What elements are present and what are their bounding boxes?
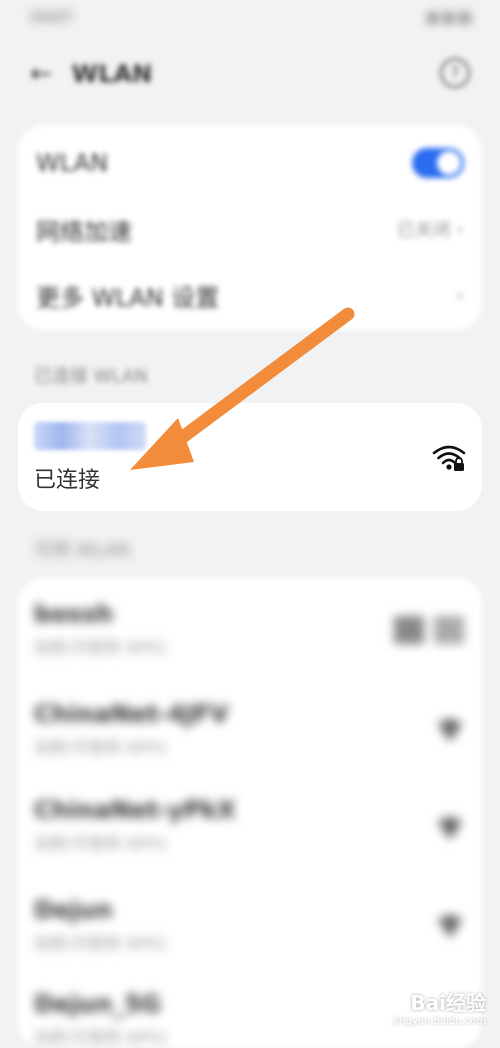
network-item[interactable]: Dejun_5G 加密(可使用 WPS)	[34, 990, 454, 1048]
network-item[interactable]: bossh 加密(可使用 WPS)	[34, 600, 454, 658]
network-boost-row[interactable]: 网络加速 已关闭 ›	[18, 197, 482, 261]
network-boost-value: 已关闭	[396, 220, 451, 241]
wlan-toggle-row[interactable]: WLAN	[18, 131, 482, 195]
network-item[interactable]: Dejun 加密(可使用 WPS)	[34, 896, 454, 954]
status-icons	[428, 13, 470, 23]
more-wlan-settings-label: 更多 WLAN 设置	[36, 283, 220, 312]
connected-section-title: 已连接 WLAN	[34, 366, 148, 387]
chevron-right-icon: ›	[456, 284, 464, 306]
back-arrow-icon[interactable]: ←	[30, 59, 52, 89]
settings-card: WLAN 网络加速 已关闭 › 更多 WLAN 设置 ›	[18, 125, 482, 330]
network-item[interactable]: ChinaNet-yPkX 加密(可使用 WPS)	[34, 796, 454, 854]
available-section-title: 可用 WLAN	[34, 540, 130, 561]
connected-network-card[interactable]	[18, 403, 482, 511]
connected-ssid-redacted	[34, 422, 146, 450]
app-bar: ← WLAN ?	[0, 50, 500, 98]
wifi-signal-icon	[438, 915, 462, 938]
connected-status: 已连接	[34, 468, 101, 493]
wifi-locked-icon	[432, 445, 466, 471]
carrier-label: VIVOT	[30, 10, 73, 26]
page-title: WLAN	[71, 60, 153, 88]
watermark-url: jingyan.baidu.com	[393, 1016, 486, 1027]
help-icon[interactable]: ?	[440, 58, 470, 88]
wlan-label: WLAN	[36, 149, 109, 177]
watermark: Bai经验 jingyan.baidu.com	[394, 987, 486, 1027]
wifi-signal-icon	[438, 719, 462, 742]
more-wlan-settings-row[interactable]: 更多 WLAN 设置 ›	[18, 263, 482, 327]
signal-icon	[428, 13, 438, 23]
network-boost-label: 网络加速	[36, 217, 132, 246]
battery-icon	[460, 13, 470, 23]
chevron-right-icon: ›	[456, 218, 464, 240]
wifi-signal-icon	[394, 616, 464, 644]
watermark-brand: Bai经验	[410, 991, 486, 1015]
wifi-status-icon	[444, 13, 454, 23]
wifi-signal-icon	[438, 817, 462, 840]
status-bar: VIVOT	[0, 0, 500, 36]
wlan-toggle[interactable]	[412, 148, 464, 178]
network-item[interactable]: ChinaNet-4JFV 加密(可使用 WPS)	[34, 700, 454, 758]
